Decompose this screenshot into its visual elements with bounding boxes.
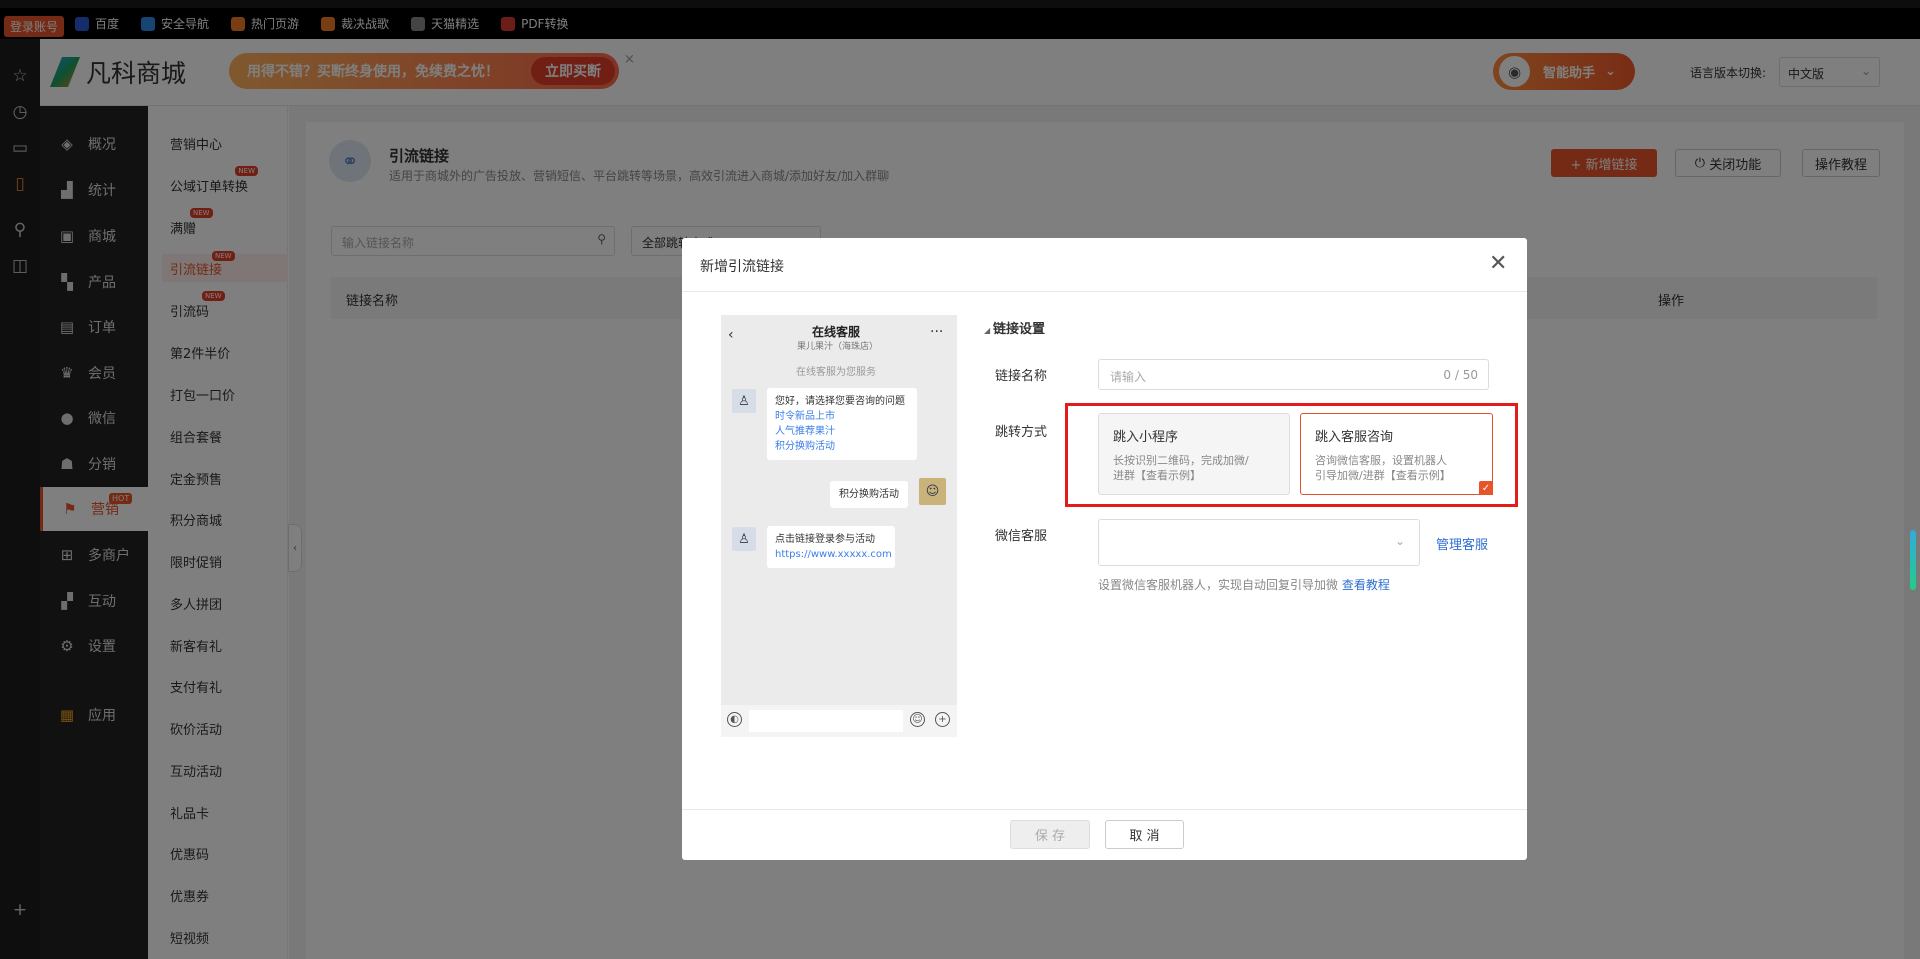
plus-icon: + xyxy=(935,712,950,727)
manage-service-link[interactable]: 管理客服 xyxy=(1436,534,1488,553)
char-count: 0 / 50 xyxy=(1443,368,1478,382)
back-icon: ‹ xyxy=(728,327,734,343)
save-button[interactable]: 保 存 xyxy=(1010,820,1090,849)
user-avatar: ☺ xyxy=(919,478,946,505)
name-label: 链接名称 xyxy=(995,369,1048,384)
phone-title: 在线客服 xyxy=(812,325,861,339)
jump-label: 跳转方式 xyxy=(995,425,1048,440)
agent-message: 点击链接登录参与活动 https://www.xxxxx.com xyxy=(767,526,895,568)
section-title: ◢ 链接设置 xyxy=(984,322,1045,337)
agent-avatar: ♙ xyxy=(732,527,756,551)
phone-text-input xyxy=(749,710,903,732)
scroll-indicator xyxy=(1910,530,1916,590)
agent-avatar: ♙ xyxy=(732,389,756,413)
cancel-button[interactable]: 取 消 xyxy=(1105,820,1184,849)
caret-icon: ◢ xyxy=(984,326,993,335)
modal-title: 新增引流链接 xyxy=(700,259,784,275)
divider xyxy=(682,291,1527,292)
service-hint: 设置微信客服机器人，实现自动回复引导加微 查看教程 xyxy=(1098,578,1390,592)
more-icon: ··· xyxy=(930,324,944,340)
agent-message: 您好，请选择您要咨询的问题 时令新品上市 人气推荐果汁 积分换购活动 xyxy=(767,388,917,460)
wechat-service-label: 微信客服 xyxy=(995,529,1048,544)
wechat-service-select[interactable]: ⌄ xyxy=(1098,519,1420,566)
emoji-icon: ☺ xyxy=(910,712,925,727)
user-message: 积分换购活动 xyxy=(830,481,908,508)
chevron-down-icon: ⌄ xyxy=(1394,534,1405,548)
phone-subtitle: 果儿果汁（海珠店） xyxy=(797,342,879,352)
highlight-frame xyxy=(1065,403,1518,507)
link-name-input[interactable]: 请输入 0 / 50 xyxy=(1098,359,1489,390)
voice-icon: ◐ xyxy=(727,712,742,727)
close-icon[interactable]: ✕ xyxy=(1489,251,1507,276)
view-tutorial-link[interactable]: 查看教程 xyxy=(1342,578,1390,592)
divider xyxy=(682,809,1527,810)
serve-note: 在线客服为您服务 xyxy=(796,367,876,378)
